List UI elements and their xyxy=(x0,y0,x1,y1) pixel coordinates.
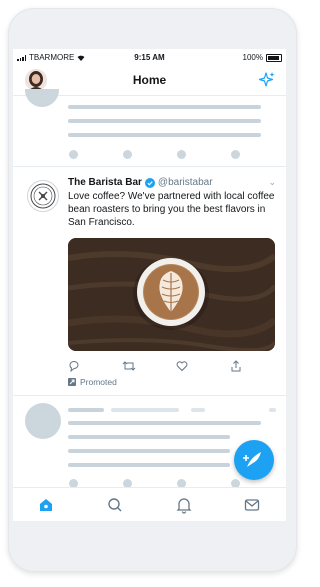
placeholder-line xyxy=(111,408,179,412)
app-screen: TBARMORE 9:15 AM 100% Home The Barista B… xyxy=(13,49,286,521)
barista-bar-logo[interactable] xyxy=(27,180,59,212)
placeholder-line xyxy=(269,408,276,412)
placeholder-line xyxy=(68,421,261,425)
tweet-header: The Barista Bar @baristabar xyxy=(68,177,213,188)
placeholder-action xyxy=(177,150,186,159)
user-handle[interactable]: @baristabar xyxy=(158,177,213,188)
home-icon[interactable] xyxy=(37,496,55,514)
messages-icon[interactable] xyxy=(243,496,261,514)
placeholder-line xyxy=(68,133,261,137)
battery-group: 100% xyxy=(243,53,282,62)
sparkle-icon[interactable] xyxy=(258,71,276,89)
latte-art-image[interactable] xyxy=(68,238,275,351)
battery-percent: 100% xyxy=(242,53,263,62)
battery-icon xyxy=(266,53,282,62)
compose-tweet-button[interactable] xyxy=(234,440,274,480)
placeholder-line xyxy=(68,435,230,439)
placeholder-line xyxy=(68,408,104,412)
page-title: Home xyxy=(132,73,167,87)
verified-badge-icon xyxy=(144,177,155,188)
status-bar: TBARMORE 9:15 AM 100% xyxy=(13,49,286,67)
placeholder-line xyxy=(68,463,230,467)
tweet-actions xyxy=(68,359,268,373)
like-icon[interactable] xyxy=(176,359,188,377)
promoted-text: Promoted xyxy=(80,377,117,387)
placeholder-action xyxy=(231,150,240,159)
feed-divider xyxy=(13,395,286,396)
retweet-icon[interactable] xyxy=(122,359,136,377)
chevron-down-icon[interactable]: ⌄ xyxy=(268,177,276,188)
notifications-icon[interactable] xyxy=(175,496,193,514)
placeholder-line xyxy=(68,449,230,453)
placeholder-action xyxy=(123,150,132,159)
reply-icon[interactable] xyxy=(68,359,80,377)
placeholder-avatar xyxy=(25,89,59,107)
compose-feather-icon xyxy=(243,452,261,467)
promoted-icon xyxy=(68,378,76,386)
placeholder-line xyxy=(68,119,261,123)
promoted-label: Promoted xyxy=(68,377,117,387)
placeholder-avatar xyxy=(25,403,61,439)
display-name[interactable]: The Barista Bar xyxy=(68,177,142,188)
share-icon[interactable] xyxy=(230,359,242,377)
placeholder-line xyxy=(68,105,261,109)
tweet-text: Love coffee? We've partnered with local … xyxy=(68,191,275,228)
bottom-tab-bar xyxy=(13,487,286,521)
placeholder-line xyxy=(191,408,205,412)
placeholder-action xyxy=(69,150,78,159)
feed-divider xyxy=(13,166,286,167)
search-icon[interactable] xyxy=(106,496,124,514)
